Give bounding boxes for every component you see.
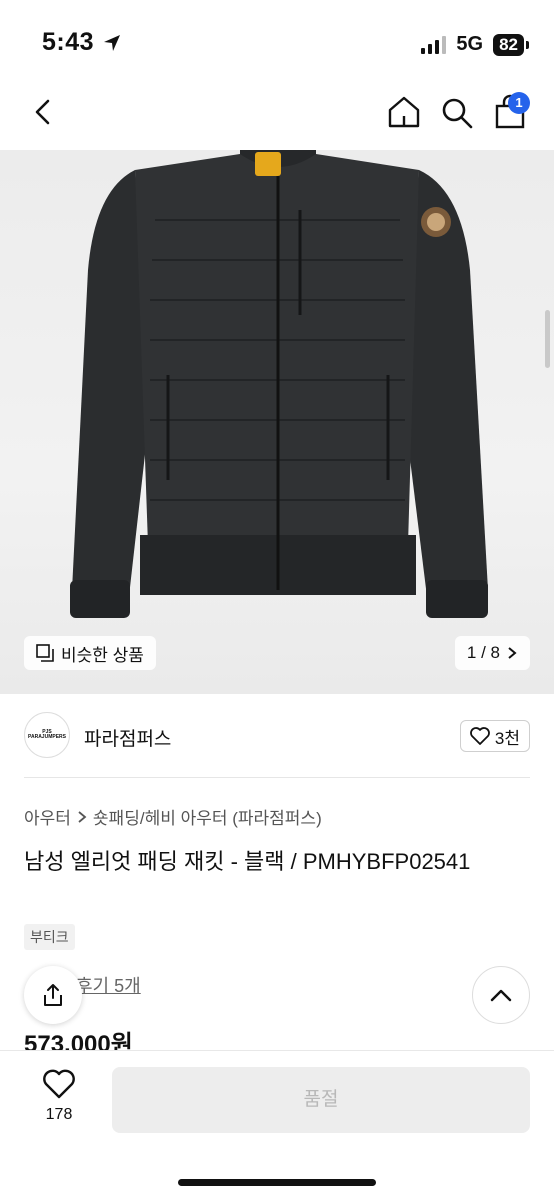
divider [24, 777, 530, 778]
shop-logo[interactable]: PJS PARAJUMPERS [24, 712, 70, 758]
chevron-right-icon [508, 647, 517, 659]
breadcrumb: 아우터 숏패딩/헤비 아우터 (파라점퍼스) [24, 804, 322, 829]
sold-out-button[interactable]: 품절 [112, 1067, 530, 1133]
heart-icon [470, 727, 490, 745]
shop-name[interactable]: 파라점퍼스 [84, 724, 171, 751]
favorite-button[interactable]: 178 [30, 1069, 88, 1124]
similar-label: 비슷한 상품 [61, 645, 144, 665]
network-type: 5G [456, 33, 484, 55]
shop-like-count: 3천 [494, 728, 520, 748]
share-button[interactable] [24, 966, 82, 1024]
status-indicators: 5G 82 [421, 33, 529, 56]
similar-products-button[interactable]: 비슷한 상품 [24, 636, 156, 670]
battery-icon: 82 [493, 33, 529, 56]
top-nav [0, 88, 554, 150]
product-image[interactable] [0, 150, 554, 694]
breadcrumb-level2[interactable]: 숏패딩/헤비 아우터 (파라점퍼스) [93, 804, 322, 829]
search-icon[interactable] [440, 96, 474, 130]
signal-icon [421, 35, 447, 54]
jacket-illustration [70, 150, 488, 618]
status-bar: 5:43 5G 82 [0, 0, 554, 88]
scroll-top-button[interactable] [472, 966, 530, 1024]
chevron-right-icon [78, 810, 87, 823]
back-arrow-icon[interactable] [28, 96, 60, 128]
home-icon[interactable] [386, 94, 422, 130]
page-indicator-text: 1 / 8 [466, 643, 500, 662]
chevron-up-icon [490, 989, 512, 1002]
shop-row[interactable]: PJS PARAJUMPERS 파라점퍼스 3천 [24, 710, 530, 762]
boutique-tag: 부티크 [24, 924, 75, 950]
share-icon [44, 984, 62, 1006]
breadcrumb-level1[interactable]: 아우터 [24, 804, 71, 829]
location-arrow-icon [104, 34, 121, 51]
shop-logo-line2: PARAJUMPERS [28, 734, 66, 740]
status-time: 5:43 [42, 28, 122, 57]
favorite-count: 178 [45, 1106, 73, 1123]
cart-badge: 1 [508, 92, 530, 114]
shop-like-button[interactable]: 3천 [459, 720, 530, 752]
home-indicator [178, 1179, 376, 1186]
image-page-indicator[interactable]: 1 / 8 [454, 636, 530, 670]
product-title: 남성 엘리엇 패딩 재킷 - 블랙 / PMHYBFP02541 [24, 849, 471, 874]
clock: 5:43 [42, 28, 95, 56]
bottom-action-bar: 178 품절 [0, 1050, 554, 1200]
scroll-thumb[interactable] [545, 310, 550, 368]
heart-icon [43, 1069, 75, 1099]
similar-icon [36, 644, 54, 662]
